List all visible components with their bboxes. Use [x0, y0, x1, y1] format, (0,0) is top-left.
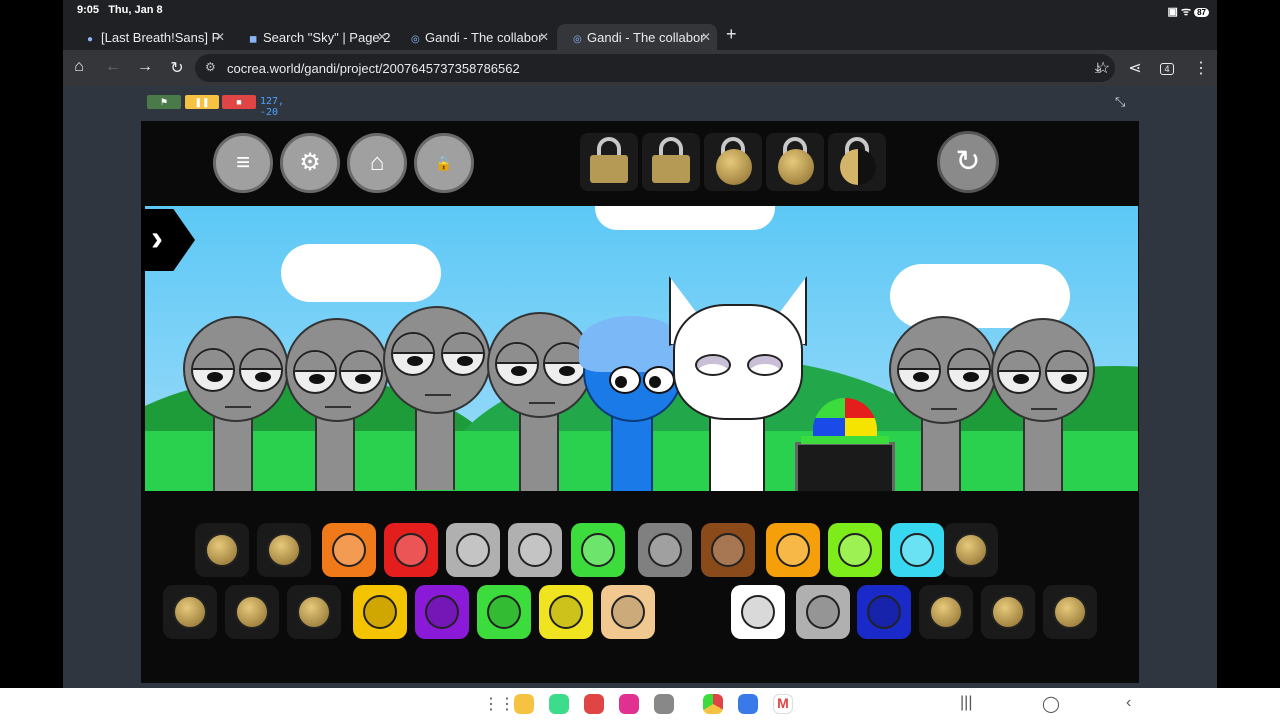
menu-icon[interactable]: ≡: [213, 133, 273, 193]
sound-icon-row1-6[interactable]: [508, 523, 562, 577]
back-icon[interactable]: ←: [103, 58, 123, 76]
contacts-app-icon[interactable]: [584, 694, 604, 714]
fullscreen-exit-icon[interactable]: ⤡: [1115, 94, 1125, 110]
locked-slot[interactable]: [766, 133, 824, 191]
sound-icon-row2-12[interactable]: [919, 585, 973, 639]
gallery-app-icon[interactable]: [619, 694, 639, 714]
battery-icon: 87: [1194, 8, 1209, 17]
sound-icon-row2-7[interactable]: [539, 585, 593, 639]
tab-switcher-button[interactable]: 4: [1157, 59, 1177, 77]
close-icon[interactable]: ✕: [215, 30, 225, 44]
reload-icon[interactable]: ↻: [937, 131, 999, 193]
bookmark-star-icon[interactable]: ☆: [1093, 58, 1113, 78]
sound-icon-row1-1[interactable]: [195, 523, 249, 577]
camera-app-icon[interactable]: [654, 694, 674, 714]
address-bar[interactable]: ⚙ cocrea.world/gandi/project/20076457373…: [195, 54, 1115, 82]
project-page: ⚑ ❚❚ ■ 127, -20 ⤡ ≡ ⚙ ⌂ 🔒 ↻ ›: [63, 86, 1217, 688]
system-nav-bar: ⋮⋮ M ||| ◯ ‹: [0, 688, 1280, 720]
back-nav-icon[interactable]: ‹: [1126, 694, 1131, 712]
more-menu-icon[interactable]: ⋮: [1191, 58, 1211, 78]
sound-icon-row2-11[interactable]: [857, 585, 911, 639]
locked-slot[interactable]: [704, 133, 762, 191]
sound-icon-row2-10[interactable]: [796, 585, 850, 639]
status-bar: 9:05 Thu, Jan 8 ▣ ᯤ 87: [63, 0, 1217, 20]
sound-icon-row1-8[interactable]: [638, 523, 692, 577]
sound-icon-row2-13[interactable]: [981, 585, 1035, 639]
tab-favicon: ◎: [573, 34, 582, 45]
game-stage[interactable]: ≡ ⚙ ⌂ 🔒 ↻ ›: [141, 121, 1139, 683]
recents-icon[interactable]: |||: [960, 694, 972, 712]
cloud: [595, 206, 775, 230]
tab-search-sky[interactable]: ◼ Search "Sky" | Page 2 ✕: [233, 24, 393, 50]
new-tab-button[interactable]: +: [726, 24, 737, 45]
locked-slot[interactable]: [642, 133, 700, 191]
sound-icon-row1-9[interactable]: [701, 523, 755, 577]
coordinate-readout: 127, -20: [260, 96, 285, 118]
green-flag-button[interactable]: ⚑: [147, 95, 181, 109]
sound-icon-row2-6[interactable]: [477, 585, 531, 639]
share-icon[interactable]: ⋖: [1125, 58, 1145, 78]
tab-favicon: ◎: [411, 34, 420, 45]
save-icon[interactable]: ⌂: [347, 133, 407, 193]
cloud: [281, 244, 441, 302]
sound-icon-row1-4[interactable]: [384, 523, 438, 577]
tab-strip: ● [Last Breath!Sans] P ✕ ◼ Search "Sky" | P…: [63, 20, 1217, 50]
calendar-app-icon[interactable]: [549, 694, 569, 714]
messages-app-icon[interactable]: [738, 694, 758, 714]
pause-button[interactable]: ❚❚: [185, 95, 219, 109]
apps-grid-icon[interactable]: ⋮⋮: [483, 694, 515, 714]
sound-icon-row2-3[interactable]: [287, 585, 341, 639]
sound-icon-row2-14[interactable]: [1043, 585, 1097, 639]
sound-icon-row1-5[interactable]: [446, 523, 500, 577]
gear-icon[interactable]: ⚙: [280, 133, 340, 193]
tab-last-breath[interactable]: ● [Last Breath!Sans] P ✕: [71, 24, 231, 50]
sound-icon-row2-1[interactable]: [163, 585, 217, 639]
url-text: cocrea.world/gandi/project/2007645737358…: [227, 61, 520, 76]
sound-icon-row1-2[interactable]: [257, 523, 311, 577]
notes-app-icon[interactable]: [514, 694, 534, 714]
status-right: ▣ ᯤ 87: [1168, 4, 1209, 19]
sound-icon-row1-10[interactable]: [766, 523, 820, 577]
sound-icon-row2-9[interactable]: [731, 585, 785, 639]
home-icon[interactable]: ⌂: [69, 58, 89, 76]
password-icon[interactable]: 🔒: [414, 133, 474, 193]
sound-icon-row1-3[interactable]: [322, 523, 376, 577]
sound-icon-row1-7[interactable]: [571, 523, 625, 577]
close-icon[interactable]: ✕: [701, 30, 711, 44]
tab-favicon: ●: [87, 34, 94, 45]
status-time: 9:05 Thu, Jan 8: [77, 4, 163, 16]
tab-favicon: ◼: [249, 34, 258, 45]
sound-icon-row2-2[interactable]: [225, 585, 279, 639]
gmail-app-icon[interactable]: M: [773, 694, 793, 714]
browser-toolbar: ⌂ ← → ↻ ⚙ cocrea.world/gandi/project/200…: [63, 50, 1217, 86]
forward-icon[interactable]: →: [135, 58, 155, 76]
scene: [145, 206, 1138, 491]
home-nav-icon[interactable]: ◯: [1042, 694, 1060, 714]
refresh-icon[interactable]: ↻: [167, 58, 187, 78]
chrome-app-icon[interactable]: [703, 694, 723, 714]
sound-icon-row1-11[interactable]: [828, 523, 882, 577]
locked-slot[interactable]: [828, 133, 886, 191]
sound-icon-row2-8[interactable]: [601, 585, 655, 639]
sound-icon-row2-5[interactable]: [415, 585, 469, 639]
locked-slot[interactable]: [580, 133, 638, 191]
tab-gandi-1[interactable]: ◎ Gandi - The collabor ✕: [395, 24, 555, 50]
sound-icon-row1-13[interactable]: [944, 523, 998, 577]
sound-icon-row2-4[interactable]: [353, 585, 407, 639]
tab-gandi-active[interactable]: ◎ Gandi - The collabor ✕: [557, 24, 717, 50]
close-icon[interactable]: ✕: [539, 30, 549, 44]
sound-icon-row1-12[interactable]: [890, 523, 944, 577]
site-info-icon[interactable]: ⚙: [205, 60, 216, 74]
close-icon[interactable]: ✕: [377, 30, 387, 44]
stop-button[interactable]: ■: [222, 95, 256, 109]
